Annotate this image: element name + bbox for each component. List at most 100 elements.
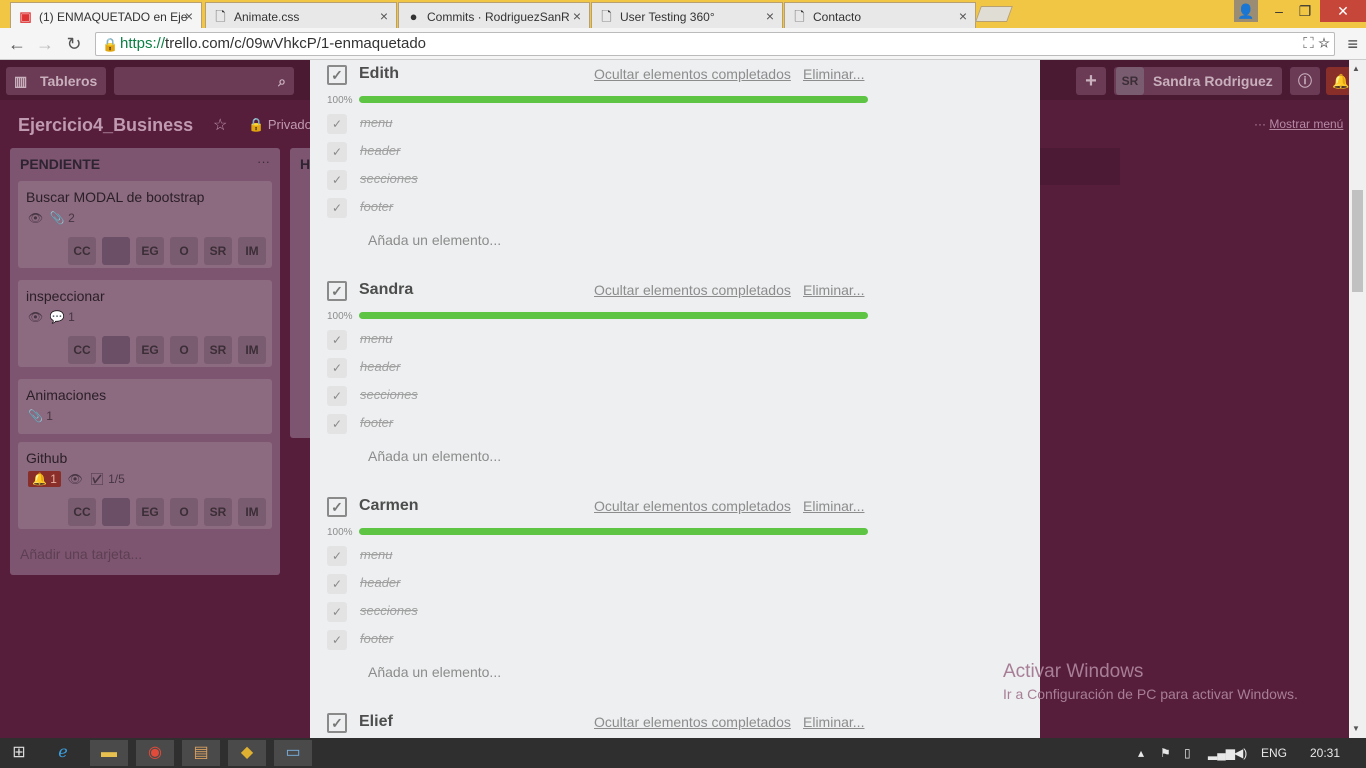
add-button[interactable]: +	[1076, 67, 1106, 95]
member-avatar[interactable]: CC	[68, 237, 96, 265]
member-avatar[interactable]: O	[170, 498, 198, 526]
checklist-item[interactable]: ✓ header	[327, 572, 847, 600]
checkbox[interactable]: ✓	[327, 142, 347, 162]
checklist-item[interactable]: ✓ footer	[327, 412, 847, 440]
checklist-title[interactable]: Carmen	[359, 497, 419, 515]
member-avatar[interactable]: SR	[204, 237, 232, 265]
checklist-item[interactable]: ✓ secciones	[327, 168, 847, 196]
hide-completed-link[interactable]: Ocultar elementos completados	[594, 498, 791, 514]
member-avatar[interactable]: SR	[204, 498, 232, 526]
delete-checklist-link[interactable]: Eliminar...	[803, 498, 864, 514]
hide-completed-link[interactable]: Ocultar elementos completados	[594, 282, 791, 298]
member-avatar[interactable]: EG	[136, 498, 164, 526]
privacy-button[interactable]: 🔒 Privado	[248, 117, 312, 133]
checkbox[interactable]: ✓	[327, 630, 347, 650]
maximize-button[interactable]: ❐	[1292, 0, 1318, 22]
clock[interactable]: 20:31	[1310, 746, 1340, 760]
language-indicator[interactable]: ENG	[1261, 746, 1287, 760]
window-app-icon[interactable]: ▭	[274, 740, 312, 766]
checkbox[interactable]: ✓	[327, 198, 347, 218]
profile-icon[interactable]: 👤	[1234, 0, 1258, 22]
checkbox[interactable]: ✓	[327, 602, 347, 622]
show-menu-link[interactable]: ··· Mostrar menú	[1254, 117, 1343, 131]
add-item-link[interactable]: Añada un elemento...	[368, 448, 501, 464]
tab-trello[interactable]: ▣ (1) ENMAQUETADO en Eje ×	[10, 2, 202, 28]
member-avatar[interactable]	[102, 498, 130, 526]
reload-icon[interactable]: ↻	[63, 33, 85, 55]
show-hidden-icons[interactable]: ▴	[1138, 746, 1144, 760]
checkbox[interactable]: ✓	[327, 386, 347, 406]
checkbox[interactable]: ✓	[327, 546, 347, 566]
checklist-item[interactable]: ✓ header	[327, 356, 847, 384]
git-icon[interactable]: ◆	[228, 740, 266, 766]
card[interactable]: Buscar MODAL de bootstrap 👁 📎 2 CC EG O …	[18, 181, 272, 268]
member-avatar[interactable]: SR	[204, 336, 232, 364]
scroll-up-icon[interactable]: ▲	[1352, 64, 1360, 73]
checkbox[interactable]: ✓	[327, 170, 347, 190]
card[interactable]: Github 🔔 1 👁 ☑ 1/5 CC EG O SR IM	[18, 442, 272, 529]
checklist-item[interactable]: ✓ secciones	[327, 384, 847, 412]
add-item-link[interactable]: Añada un elemento...	[368, 664, 501, 680]
member-avatar[interactable]: EG	[136, 336, 164, 364]
close-icon[interactable]: ×	[185, 8, 193, 24]
hide-completed-link[interactable]: Ocultar elementos completados	[594, 714, 791, 730]
start-icon[interactable]: ⊞	[0, 740, 38, 766]
member-avatar[interactable]: IM	[238, 336, 266, 364]
checklist-title[interactable]: Elief	[359, 713, 393, 731]
add-item-link[interactable]: Añada un elemento...	[368, 232, 501, 248]
address-bar[interactable]: 🔒 https://trello.com/c/09wVhkcP/1-enmaqu…	[95, 32, 1335, 56]
translate-icon[interactable]: ⛶	[1303, 35, 1314, 52]
list-title[interactable]: PENDIENTE	[20, 156, 100, 172]
scrollbar-thumb[interactable]	[1352, 190, 1363, 292]
checklist-item[interactable]: ✓ menu	[327, 328, 847, 356]
delete-checklist-link[interactable]: Eliminar...	[803, 714, 864, 730]
minimize-button[interactable]: –	[1266, 0, 1292, 22]
checklist-title[interactable]: Edith	[359, 65, 399, 83]
checklist-item[interactable]: ✓ menu	[327, 112, 847, 140]
device-icon[interactable]: ▯	[1184, 746, 1191, 760]
checkbox[interactable]: ✓	[327, 330, 347, 350]
member-avatar[interactable]: IM	[238, 498, 266, 526]
member-avatar[interactable]	[102, 336, 130, 364]
forward-icon[interactable]: →	[34, 33, 56, 55]
star-icon[interactable]: ☆	[1318, 35, 1330, 52]
checklist-item[interactable]: ✓ footer	[327, 628, 847, 656]
hide-completed-link[interactable]: Ocultar elementos completados	[594, 66, 791, 82]
tab-contacto[interactable]: 🗋 Contacto ×	[784, 2, 976, 28]
file-explorer-icon[interactable]: ▬	[90, 740, 128, 766]
close-icon[interactable]: ×	[766, 8, 774, 24]
scroll-down-icon[interactable]: ▼	[1352, 724, 1360, 733]
delete-checklist-link[interactable]: Eliminar...	[803, 66, 864, 82]
tab-animate[interactable]: 🗋 Animate.css ×	[205, 2, 397, 28]
flag-icon[interactable]: ⚑	[1160, 746, 1171, 760]
close-icon[interactable]: ×	[959, 8, 967, 24]
tab-commits[interactable]: ● Commits · RodriguezSanR ×	[398, 2, 590, 28]
search-input[interactable]: ⌕	[114, 67, 294, 95]
checklist-item[interactable]: ✓ header	[327, 140, 847, 168]
checklist-item[interactable]: ✓ footer	[327, 196, 847, 224]
chrome-menu-icon[interactable]: ≡	[1347, 34, 1358, 55]
member-avatar[interactable]: EG	[136, 237, 164, 265]
window-close-button[interactable]: ✕	[1320, 0, 1366, 22]
member-avatar[interactable]: CC	[68, 336, 96, 364]
user-button[interactable]: SR Sandra Rodriguez	[1114, 67, 1282, 95]
checklist-item[interactable]: ✓ menu	[327, 544, 847, 572]
back-icon[interactable]: ←	[6, 33, 28, 55]
checklist-item[interactable]: ✓ secciones	[327, 600, 847, 628]
boards-button[interactable]: ▥ Tableros	[6, 67, 106, 95]
page-scrollbar[interactable]: ▲ ▼	[1349, 60, 1366, 738]
checkbox[interactable]: ✓	[327, 358, 347, 378]
card[interactable]: inspeccionar 👁 💬 1 CC EG O SR IM	[18, 280, 272, 367]
editor-icon[interactable]: ▤	[182, 740, 220, 766]
checkbox[interactable]: ✓	[327, 574, 347, 594]
delete-checklist-link[interactable]: Eliminar...	[803, 282, 864, 298]
new-tab-button[interactable]	[975, 6, 1013, 22]
add-card-link[interactable]: Añadir una tarjeta...	[20, 546, 142, 562]
member-avatar[interactable]: CC	[68, 498, 96, 526]
card[interactable]: Animaciones 📎 1	[18, 379, 272, 434]
member-avatar[interactable]: O	[170, 336, 198, 364]
volume-icon[interactable]: ◀)	[1234, 746, 1247, 760]
close-icon[interactable]: ×	[380, 8, 388, 24]
checklist-title[interactable]: Sandra	[359, 281, 413, 299]
checkbox[interactable]: ✓	[327, 414, 347, 434]
